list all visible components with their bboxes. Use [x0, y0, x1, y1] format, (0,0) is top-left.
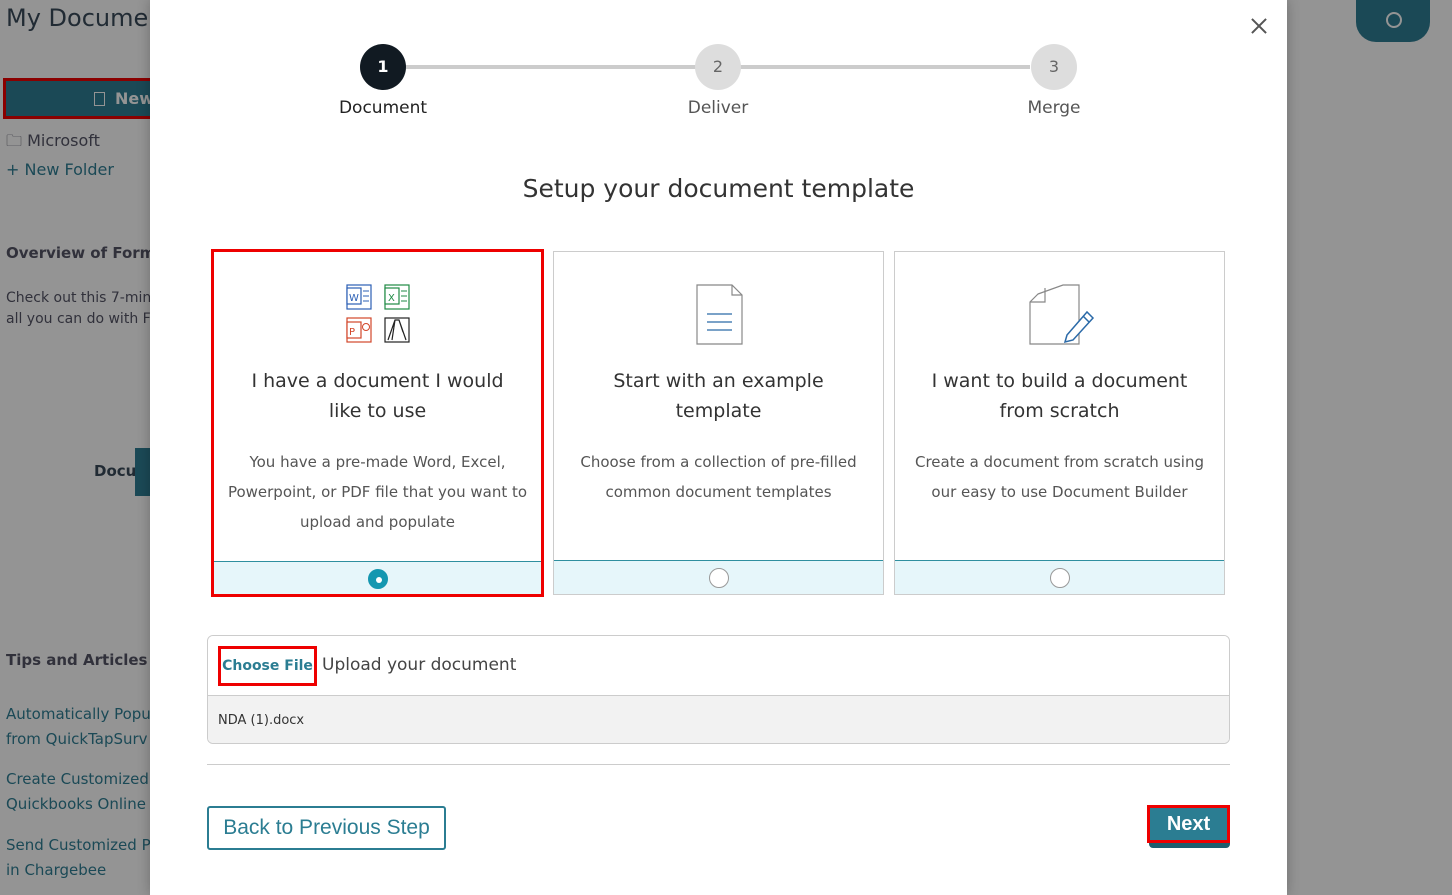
office-file-icons: W X P: [214, 282, 541, 346]
excel-icon: X: [384, 284, 410, 310]
upload-label: Upload your document: [322, 655, 517, 675]
upload-box: Choose File Upload your document NDA (1)…: [207, 635, 1230, 744]
step-number: 3: [1031, 44, 1077, 90]
svg-text:X: X: [388, 293, 395, 304]
close-icon[interactable]: [1245, 12, 1273, 40]
uploaded-file-name: NDA (1).docx: [218, 713, 305, 728]
option-radio[interactable]: [708, 568, 729, 588]
option-description: Create a document from scratch using our…: [914, 453, 1205, 501]
step-number: 1: [360, 44, 406, 90]
step-connector: [406, 65, 696, 69]
step-connector: [740, 65, 1030, 69]
setup-modal: 1 Document 2 Deliver 3 Merge Setup your …: [150, 0, 1287, 895]
option-title: Start with an example template: [613, 370, 824, 422]
option-upload-document[interactable]: W X P I have a document I would like to …: [211, 249, 544, 597]
step-deliver: 2 Deliver: [658, 44, 778, 118]
word-icon: W: [346, 284, 372, 310]
document-edit-icon: [895, 282, 1224, 346]
divider: [207, 764, 1230, 765]
option-description: Choose from a collection of pre-filled c…: [580, 453, 857, 501]
option-example-template[interactable]: Start with an example template Choose fr…: [553, 251, 884, 595]
option-footer: [554, 560, 883, 594]
step-document: 1 Document: [323, 44, 443, 118]
step-merge: 3 Merge: [994, 44, 1114, 118]
option-build-from-scratch[interactable]: I want to build a document from scratch …: [894, 251, 1225, 595]
step-label: Document: [338, 98, 428, 118]
back-button[interactable]: Back to Previous Step: [207, 806, 446, 850]
step-number: 2: [695, 44, 741, 90]
choose-file-button[interactable]: Choose File: [218, 646, 317, 686]
modal-title: Setup your document template: [522, 174, 915, 203]
step-label: Deliver: [687, 98, 749, 118]
option-title: I have a document I would like to use: [251, 370, 504, 422]
option-footer: [214, 561, 541, 594]
svg-text:W: W: [349, 293, 359, 304]
option-footer: [895, 560, 1224, 594]
document-icon: [554, 282, 883, 346]
svg-text:P: P: [349, 327, 355, 338]
uploaded-file-row: NDA (1).docx: [208, 696, 1229, 743]
option-description: You have a pre-made Word, Excel, Powerpo…: [227, 453, 528, 531]
option-title: I want to build a document from scratch: [931, 370, 1188, 422]
stepper: 1 Document 2 Deliver 3 Merge: [150, 44, 1287, 124]
pdf-icon: [384, 317, 410, 343]
step-label: Merge: [1027, 98, 1081, 118]
upload-row: Choose File Upload your document: [208, 636, 1229, 696]
powerpoint-icon: P: [346, 317, 372, 343]
option-radio[interactable]: [367, 569, 388, 589]
option-radio[interactable]: [1049, 568, 1070, 588]
next-button[interactable]: Next: [1147, 805, 1230, 843]
